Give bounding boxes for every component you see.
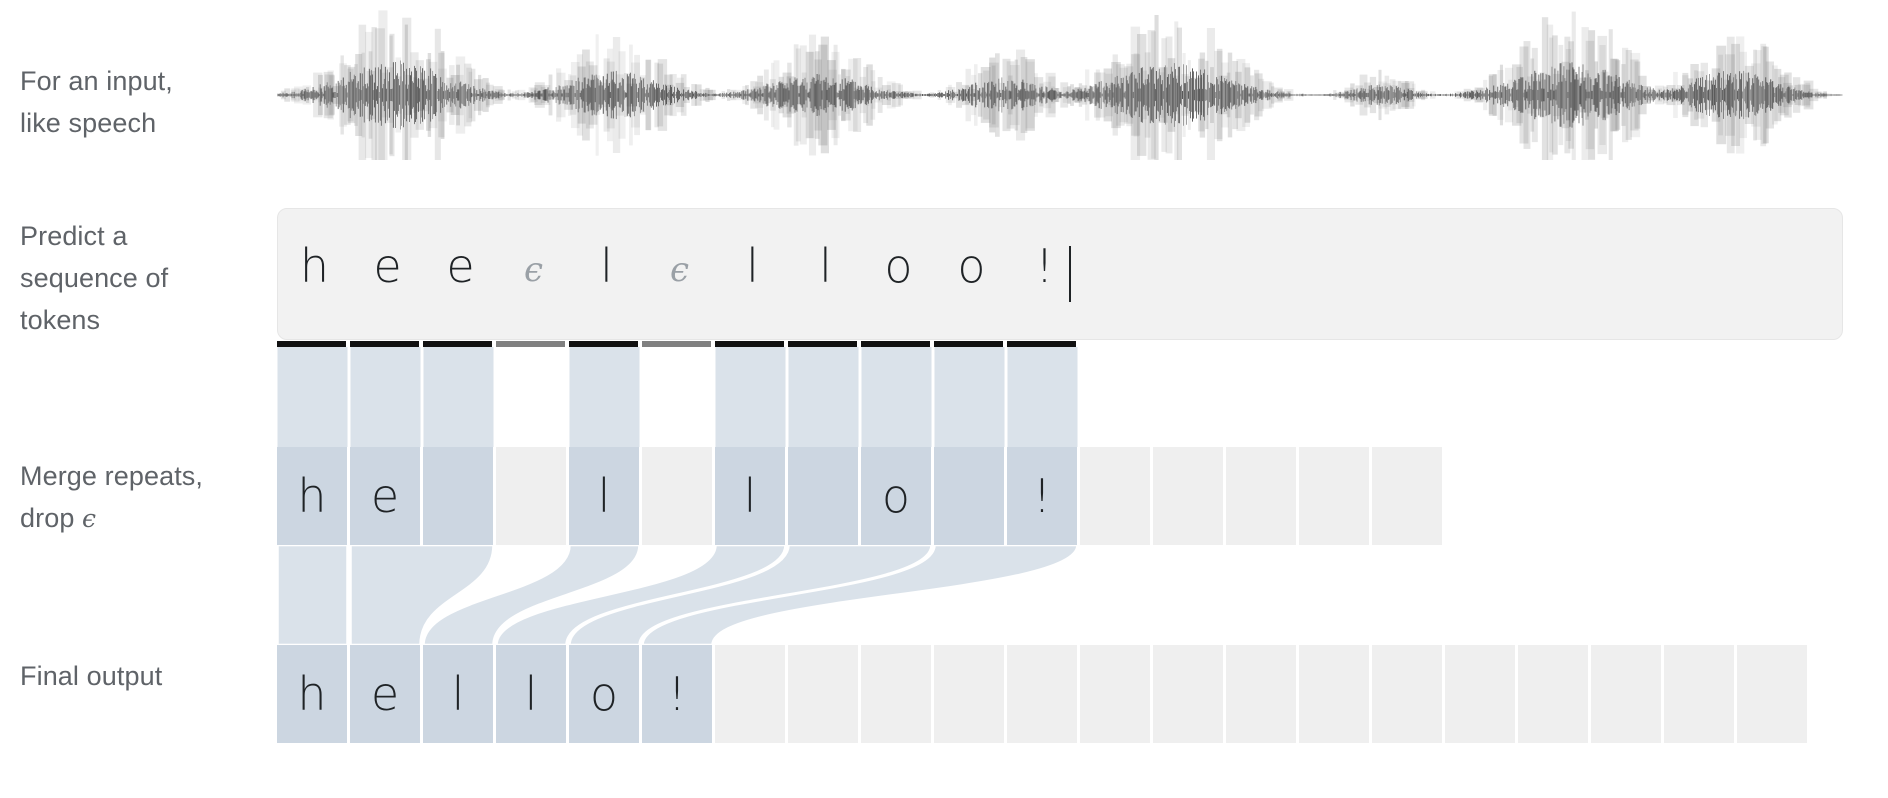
final-cell-placeholder <box>788 645 861 743</box>
token-to-merge-columns <box>277 347 1078 447</box>
flow-ribbon <box>349 543 495 647</box>
underline-bar-token <box>350 341 423 347</box>
final-cell-placeholder <box>1737 645 1810 743</box>
waveform-samples <box>277 60 1843 130</box>
final-cell-placeholder <box>861 645 934 743</box>
flow-ribbon <box>495 543 787 647</box>
text-caret <box>1069 246 1071 302</box>
final-cell: h <box>277 645 350 743</box>
merge-label-prefix: Merge repeats, drop <box>20 461 203 533</box>
underline-bar-token <box>715 341 788 347</box>
flow-ribbon <box>276 543 349 647</box>
merge-cell <box>788 447 861 545</box>
token-underline-bars <box>277 341 1080 347</box>
merge-cell <box>934 447 1007 545</box>
final-cell: ! <box>642 645 715 743</box>
merge-cell-placeholder <box>1299 447 1372 545</box>
underline-bar-token <box>934 341 1007 347</box>
flow-ribbon <box>422 543 641 647</box>
merge-repeats-row: h e l l o! <box>277 447 1445 545</box>
final-cell: l <box>496 645 569 743</box>
row-label-merge-repeats: Merge repeats, drop ϵ <box>20 455 260 540</box>
merge-cell <box>642 447 715 545</box>
epsilon-symbol: ϵ <box>82 504 97 533</box>
final-cell-placeholder <box>1153 645 1226 743</box>
merge-cell <box>423 447 496 545</box>
token-char[interactable]: o <box>862 209 935 341</box>
final-cell-placeholder <box>1445 645 1518 743</box>
flow-ribbon <box>568 543 933 647</box>
merge-cell: l <box>569 447 642 545</box>
final-cell-placeholder <box>1226 645 1299 743</box>
underline-bar-blank <box>496 341 569 347</box>
token-char[interactable]: l <box>716 209 789 341</box>
ctc-decoding-diagram: For an input, like speech Predict a sequ… <box>0 0 1888 798</box>
final-cell-placeholder <box>1372 645 1445 743</box>
underline-bar-token <box>569 341 642 347</box>
token-char[interactable]: l <box>789 209 862 341</box>
merge-to-final-ribbons <box>276 543 1079 647</box>
final-cell-placeholder <box>1591 645 1664 743</box>
underline-bar-token <box>861 341 934 347</box>
flow-ribbon <box>641 543 1079 647</box>
underline-bar-token <box>423 341 496 347</box>
merge-cell <box>496 447 569 545</box>
token-char[interactable]: o <box>935 209 1008 341</box>
merge-cell-placeholder <box>1226 447 1299 545</box>
underline-bar-token <box>1007 341 1080 347</box>
waveform-svg <box>277 10 1843 160</box>
final-cell: l <box>423 645 496 743</box>
merge-cell-placeholder <box>1372 447 1445 545</box>
merge-cell: l <box>715 447 788 545</box>
token-blank[interactable]: ϵ <box>497 209 570 341</box>
token-char[interactable]: e <box>424 209 497 341</box>
final-cell-placeholder <box>1664 645 1737 743</box>
token-char[interactable]: e <box>351 209 424 341</box>
final-cell-placeholder <box>1080 645 1153 743</box>
row-label-predict-tokens: Predict a sequence of tokens <box>20 221 169 335</box>
final-cell: o <box>569 645 642 743</box>
merge-cell-placeholder <box>1153 447 1226 545</box>
token-char[interactable]: l <box>570 209 643 341</box>
merge-cell-placeholder <box>1080 447 1153 545</box>
final-cell-placeholder <box>715 645 788 743</box>
row-label-final-output: Final output <box>20 661 163 691</box>
merge-cell: e <box>350 447 423 545</box>
token-list[interactable]: h e e ϵ l ϵ l l o o! <box>278 209 1842 341</box>
final-cell: e <box>350 645 423 743</box>
merge-cell: ! <box>1007 447 1080 545</box>
final-cell-placeholder <box>1299 645 1372 743</box>
row-label-input-speech: For an input, like speech <box>20 66 173 138</box>
final-cell-placeholder <box>1518 645 1591 743</box>
underline-bar-token <box>277 341 350 347</box>
underline-bar-blank <box>642 341 715 347</box>
final-cell-placeholder <box>934 645 1007 743</box>
token-sequence-input[interactable]: h e e ϵ l ϵ l l o o! <box>277 208 1843 340</box>
underline-bar-token <box>788 341 861 347</box>
token-char[interactable]: h <box>278 209 351 341</box>
final-output-row: h e l l o! <box>277 645 1810 743</box>
speech-waveform <box>277 0 1843 160</box>
merge-cell: o <box>861 447 934 545</box>
final-cell-placeholder <box>1007 645 1080 743</box>
token-blank[interactable]: ϵ <box>643 209 716 341</box>
merge-cell: h <box>277 447 350 545</box>
